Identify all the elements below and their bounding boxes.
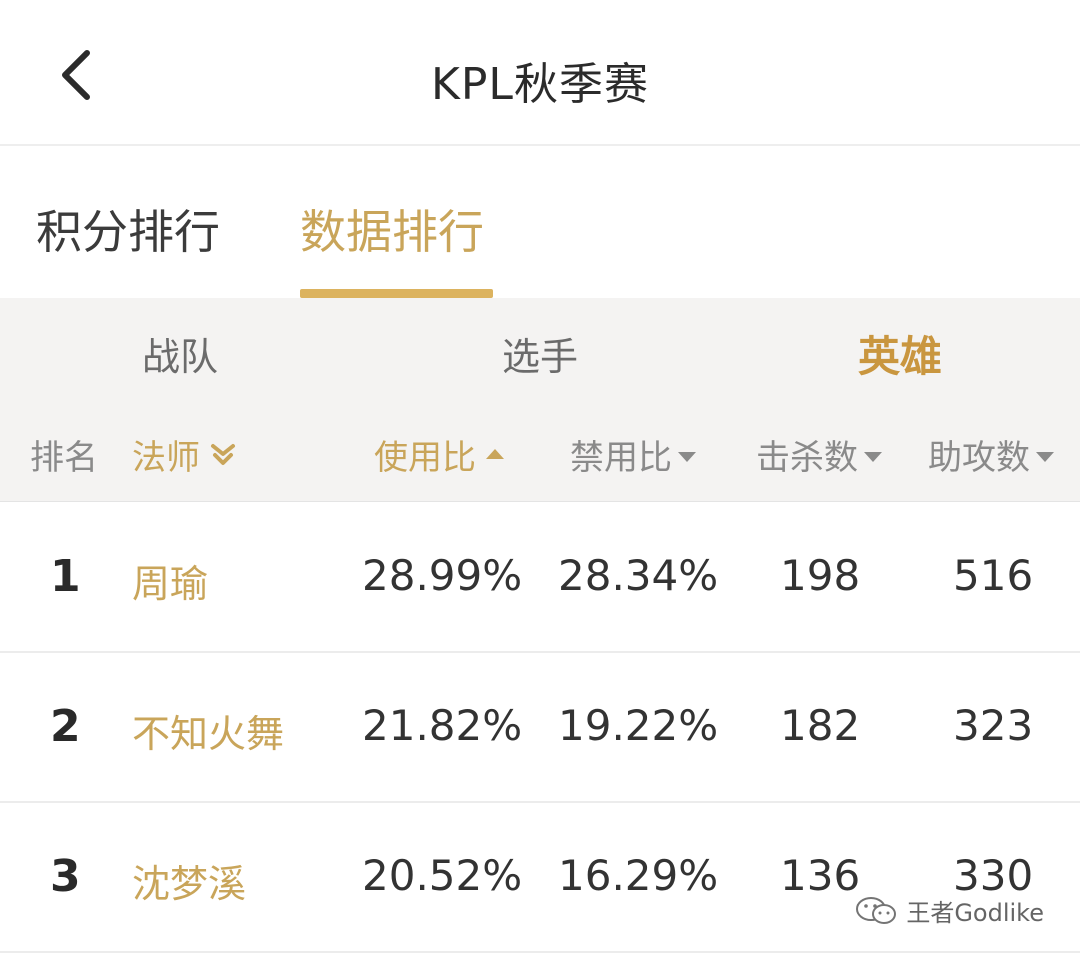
column-hero-class-label: 法师 <box>132 438 200 478</box>
column-use-rate-sort[interactable]: 使用比 <box>374 430 504 479</box>
column-kills-label: 击杀数 <box>756 438 858 478</box>
hero-table: 1 周瑜 28.99% 28.34% 198 516 2 不知火舞 21.82%… <box>0 503 1080 953</box>
row-hero-name[interactable]: 周瑜 <box>132 553 208 608</box>
column-assists-label: 助攻数 <box>928 438 1030 478</box>
table-header: 排名 法师 使用比 禁用比 击杀数 助攻数 <box>0 402 1080 502</box>
row-rank: 3 <box>50 851 81 902</box>
row-kills: 182 <box>780 701 861 750</box>
column-ban-rate-label: 禁用比 <box>570 438 672 478</box>
row-assists: 516 <box>953 551 1034 600</box>
row-ban-rate: 19.22% <box>558 701 719 750</box>
subtab-hero[interactable]: 英雄 <box>800 323 1000 384</box>
row-use-rate: 20.52% <box>362 851 523 900</box>
table-row[interactable]: 3 沈梦溪 20.52% 16.29% 136 330 <box>0 803 1080 953</box>
tab-data-ranking[interactable]: 数据排行 <box>300 196 484 262</box>
column-ban-rate-sort[interactable]: 禁用比 <box>570 430 696 479</box>
sort-down-icon <box>678 451 696 462</box>
wechat-icon <box>856 896 897 924</box>
active-tab-indicator <box>300 289 493 298</box>
column-hero-class-filter[interactable]: 法师 <box>132 430 238 479</box>
row-use-rate: 21.82% <box>362 701 523 750</box>
tab-points-ranking[interactable]: 积分排行 <box>36 196 220 262</box>
column-rank-label: 排名 <box>30 438 98 478</box>
subtab-player[interactable]: 选手 <box>440 326 640 381</box>
row-ban-rate: 28.34% <box>558 551 719 600</box>
sort-down-icon <box>1036 451 1054 462</box>
row-rank: 2 <box>50 701 81 752</box>
row-kills: 136 <box>780 851 861 900</box>
table-row[interactable]: 2 不知火舞 21.82% 19.22% 182 323 <box>0 653 1080 803</box>
sort-ascending-icon <box>486 448 504 459</box>
page-title: KPL秋季赛 <box>431 59 649 110</box>
row-rank: 1 <box>50 551 81 602</box>
row-use-rate: 28.99% <box>362 551 523 600</box>
main-tabs: 积分排行 数据排行 <box>0 148 1080 298</box>
sub-tabs: 战队 选手 英雄 <box>0 298 1080 402</box>
double-chevron-down-icon <box>211 443 235 465</box>
top-bar: KPL秋季赛 <box>0 0 1080 146</box>
column-use-rate-label: 使用比 <box>374 438 476 478</box>
subtab-team[interactable]: 战队 <box>80 326 280 381</box>
watermark: 王者Godlike <box>854 893 1044 928</box>
column-rank: 排名 <box>30 430 98 479</box>
column-kills-sort[interactable]: 击杀数 <box>756 430 882 479</box>
table-row[interactable]: 1 周瑜 28.99% 28.34% 198 516 <box>0 503 1080 653</box>
sort-down-icon <box>864 451 882 462</box>
row-ban-rate: 16.29% <box>558 851 719 900</box>
watermark-text: 王者Godlike <box>906 899 1044 927</box>
row-hero-name[interactable]: 沈梦溪 <box>132 853 246 908</box>
row-kills: 198 <box>780 551 861 600</box>
row-hero-name[interactable]: 不知火舞 <box>132 703 284 758</box>
row-assists: 323 <box>953 701 1034 750</box>
column-assists-sort[interactable]: 助攻数 <box>928 430 1054 479</box>
